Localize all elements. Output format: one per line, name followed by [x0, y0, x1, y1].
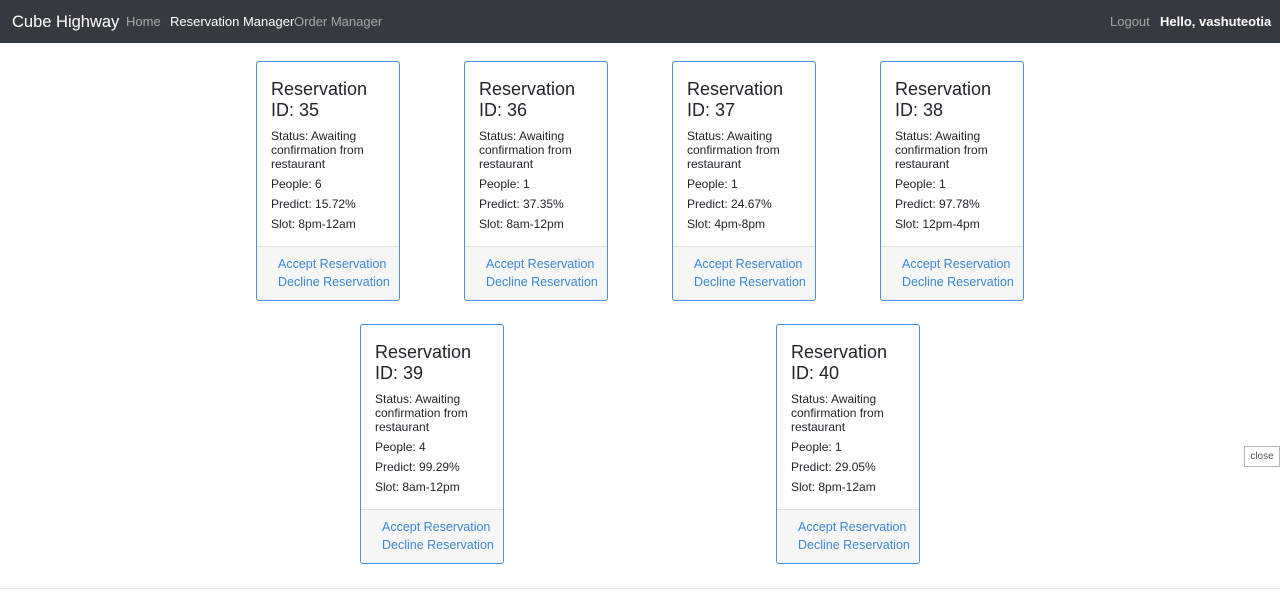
nav-home-link[interactable]: Home — [126, 14, 161, 30]
card-body: Reservation ID: 36 Status: Awaiting conf… — [479, 79, 601, 231]
accept-reservation-link[interactable]: Accept Reservation — [902, 257, 1010, 272]
reservation-slot: Slot: 8pm-12am — [791, 480, 876, 494]
accept-reservation-link[interactable]: Accept Reservation — [486, 257, 594, 272]
card-footer: Accept Reservation Decline Reservation — [881, 246, 1023, 300]
reservation-people: People: 1 — [687, 177, 738, 191]
reservation-slot: Slot: 8pm-12am — [271, 217, 356, 231]
reservation-people: People: 4 — [375, 440, 426, 454]
decline-reservation-link[interactable]: Decline Reservation — [902, 275, 1014, 290]
page-divider — [0, 588, 1280, 589]
reservation-people: People: 6 — [271, 177, 322, 191]
reservation-card: Reservation ID: 36 Status: Awaiting conf… — [464, 61, 608, 301]
reservation-people: People: 1 — [791, 440, 842, 454]
reservation-card: Reservation ID: 39 Status: Awaiting conf… — [360, 324, 504, 564]
reservation-slot: Slot: 12pm-4pm — [895, 217, 980, 231]
accept-reservation-link[interactable]: Accept Reservation — [278, 257, 386, 272]
card-footer: Accept Reservation Decline Reservation — [361, 509, 503, 563]
reservation-card: Reservation ID: 40 Status: Awaiting conf… — [776, 324, 920, 564]
user-greeting: Hello, vashuteotia — [1160, 14, 1272, 29]
card-footer: Accept Reservation Decline Reservation — [465, 246, 607, 300]
close-button[interactable]: close — [1244, 446, 1280, 467]
accept-reservation-link[interactable]: Accept Reservation — [382, 520, 490, 535]
reservation-status: Status: Awaiting confirmation from resta… — [791, 392, 884, 434]
reservation-slot: Slot: 8am-12pm — [375, 480, 460, 494]
brand-link[interactable]: Cube Highway — [12, 12, 119, 32]
card-footer: Accept Reservation Decline Reservation — [257, 246, 399, 300]
card-body: Reservation ID: 37 Status: Awaiting conf… — [687, 79, 809, 231]
reservation-status: Status: Awaiting confirmation from resta… — [895, 129, 988, 171]
reservation-title: Reservation ID: 40 — [791, 342, 888, 383]
reservation-people: People: 1 — [895, 177, 946, 191]
decline-reservation-link[interactable]: Decline Reservation — [486, 275, 598, 290]
reservation-predict: Predict: 15.72% — [271, 197, 356, 211]
reservation-title: Reservation ID: 37 — [687, 79, 784, 120]
logout-link[interactable]: Logout — [1110, 14, 1150, 30]
reservation-card: Reservation ID: 35 Status: Awaiting conf… — [256, 61, 400, 301]
reservation-predict: Predict: 37.35% — [479, 197, 564, 211]
card-body: Reservation ID: 38 Status: Awaiting conf… — [895, 79, 1017, 231]
decline-reservation-link[interactable]: Decline Reservation — [278, 275, 390, 290]
decline-reservation-link[interactable]: Decline Reservation — [382, 538, 494, 553]
nav-reservation-manager-link[interactable]: Reservation Manager — [170, 14, 294, 30]
reservation-predict: Predict: 24.67% — [687, 197, 772, 211]
reservation-title: Reservation ID: 35 — [271, 79, 368, 120]
card-body: Reservation ID: 40 Status: Awaiting conf… — [791, 342, 913, 494]
nav-order-manager-link[interactable]: Order Manager — [294, 14, 382, 30]
reservation-predict: Predict: 99.29% — [375, 460, 460, 474]
reservation-status: Status: Awaiting confirmation from resta… — [271, 129, 364, 171]
reservation-slot: Slot: 8am-12pm — [479, 217, 564, 231]
navbar: Cube Highway Home Reservation Manager Or… — [0, 0, 1280, 43]
accept-reservation-link[interactable]: Accept Reservation — [694, 257, 802, 272]
reservation-status: Status: Awaiting confirmation from resta… — [479, 129, 572, 171]
reservation-predict: Predict: 97.78% — [895, 197, 980, 211]
decline-reservation-link[interactable]: Decline Reservation — [694, 275, 806, 290]
card-body: Reservation ID: 35 Status: Awaiting conf… — [271, 79, 393, 231]
card-footer: Accept Reservation Decline Reservation — [673, 246, 815, 300]
reservation-card: Reservation ID: 37 Status: Awaiting conf… — [672, 61, 816, 301]
reservation-title: Reservation ID: 39 — [375, 342, 472, 383]
card-footer: Accept Reservation Decline Reservation — [777, 509, 919, 563]
reservation-status: Status: Awaiting confirmation from resta… — [375, 392, 468, 434]
decline-reservation-link[interactable]: Decline Reservation — [798, 538, 910, 553]
reservation-predict: Predict: 29.05% — [791, 460, 876, 474]
reservation-slot: Slot: 4pm-8pm — [687, 217, 766, 231]
accept-reservation-link[interactable]: Accept Reservation — [798, 520, 906, 535]
reservation-people: People: 1 — [479, 177, 530, 191]
card-body: Reservation ID: 39 Status: Awaiting conf… — [375, 342, 497, 494]
reservation-title: Reservation ID: 38 — [895, 79, 992, 120]
reservation-card: Reservation ID: 38 Status: Awaiting conf… — [880, 61, 1024, 301]
reservation-status: Status: Awaiting confirmation from resta… — [687, 129, 780, 171]
reservation-title: Reservation ID: 36 — [479, 79, 576, 120]
